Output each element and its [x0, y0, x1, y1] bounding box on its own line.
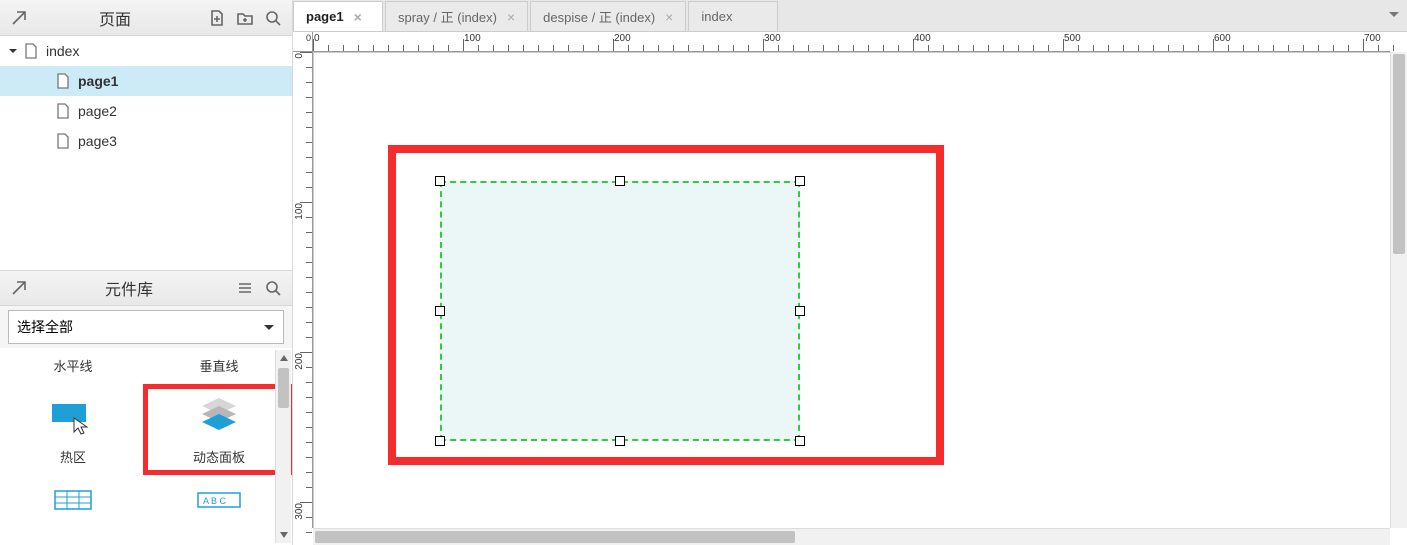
widget-repeater[interactable] — [0, 484, 146, 524]
tab-label: index — [701, 9, 732, 24]
ruler-v-label: 200 — [294, 353, 305, 370]
selection-handle[interactable] — [795, 176, 805, 186]
ruler-h-label: 500 — [1064, 33, 1081, 44]
ruler-h-label: 400 — [914, 33, 931, 44]
selection-handle[interactable] — [435, 176, 445, 186]
tab-spray[interactable]: spray / 正 (index) × — [385, 1, 528, 31]
tree-item-label: page3 — [78, 133, 117, 149]
tree-item-page1[interactable]: page1 — [0, 66, 292, 96]
library-select-label: 选择全部 — [17, 317, 73, 337]
ruler-v-label: 100 — [294, 203, 305, 220]
tab-despise[interactable]: despise / 正 (index) × — [530, 1, 686, 31]
canvas[interactable] — [313, 52, 1390, 528]
widgets-panel-header: 元件库 — [0, 270, 292, 306]
canvas-hscrollbar[interactable] — [313, 528, 1390, 545]
tab-label: page1 — [306, 9, 344, 24]
widgets-list: 水平线 垂直线 热区 — [0, 348, 292, 545]
widgets-panel-title: 元件库 — [30, 276, 228, 300]
tab-strip: page1 × spray / 正 (index) × despise / 正 … — [293, 0, 1407, 32]
widget-vertical-line[interactable]: 垂直线 — [146, 352, 292, 381]
collapse-icon[interactable] — [8, 277, 30, 299]
svg-text:A B C: A B C — [203, 496, 227, 506]
library-menu-icon[interactable] — [234, 277, 256, 299]
selection-handle[interactable] — [795, 306, 805, 316]
canvas-vscrollbar[interactable] — [1390, 52, 1407, 528]
collapse-icon[interactable] — [8, 7, 30, 29]
page-icon — [56, 103, 72, 119]
widget-hotspot[interactable]: 热区 — [0, 387, 146, 472]
search-widgets-icon[interactable] — [262, 277, 284, 299]
close-icon[interactable]: × — [665, 10, 673, 24]
ruler-h-label: 0 — [314, 33, 320, 44]
hotspot-icon — [38, 391, 108, 441]
canvas-area: 0 0 100 200 300 400 500 600 700 0 100 200 300 — [293, 32, 1407, 545]
tree-item-root[interactable]: index — [0, 36, 292, 66]
page-icon — [24, 43, 40, 59]
selection-handle[interactable] — [615, 176, 625, 186]
ruler-h-label: 200 — [614, 33, 631, 44]
ruler-horizontal[interactable]: 0 100 200 300 400 500 600 700 — [313, 32, 1390, 52]
widget-label: 动态面板 — [193, 447, 245, 466]
ruler-origin: 0 — [293, 32, 313, 52]
ruler-h-label: 300 — [764, 33, 781, 44]
scrollbar-thumb[interactable] — [1393, 54, 1405, 254]
tree-item-label: page2 — [78, 103, 117, 119]
widget-text-field[interactable]: A B C — [146, 484, 292, 524]
tab-label: spray / 正 (index) — [398, 7, 497, 26]
tab-label: despise / 正 (index) — [543, 7, 655, 26]
pages-panel-title: 页面 — [30, 6, 200, 30]
pages-tree: index page1 page2 page3 — [0, 36, 292, 270]
tab-overflow-icon[interactable] — [1383, 4, 1405, 26]
scrollbar-thumb[interactable] — [315, 531, 795, 543]
page-icon — [56, 133, 72, 149]
text-field-icon: A B C — [184, 488, 254, 512]
ruler-h-label: 600 — [1214, 33, 1231, 44]
expand-icon[interactable] — [6, 46, 20, 56]
widget-dynamic-panel[interactable]: 动态面板 — [146, 387, 292, 472]
ruler-h-label: 700 — [1364, 33, 1381, 44]
repeater-icon — [38, 488, 108, 512]
scrollbar-thumb[interactable] — [278, 368, 289, 408]
selection-handle[interactable] — [795, 436, 805, 446]
tree-item-page3[interactable]: page3 — [0, 126, 292, 156]
widget-horizontal-line[interactable]: 水平线 — [0, 352, 146, 381]
selection-handle[interactable] — [615, 436, 625, 446]
ruler-v-label: 300 — [294, 503, 305, 520]
selection-box[interactable] — [440, 181, 800, 441]
scroll-up-icon[interactable] — [276, 350, 291, 366]
scroll-down-icon[interactable] — [276, 527, 291, 543]
ruler-v-label: 0 — [294, 53, 305, 59]
close-icon[interactable]: × — [507, 10, 515, 24]
pages-panel-header: 页面 — [0, 0, 292, 36]
tree-item-label: index — [46, 43, 79, 59]
tab-index[interactable]: index — [688, 1, 778, 31]
tree-item-page2[interactable]: page2 — [0, 96, 292, 126]
widgets-scrollbar[interactable] — [275, 350, 291, 543]
ruler-h-label: 100 — [464, 33, 481, 44]
selection-handle[interactable] — [435, 436, 445, 446]
widget-label: 垂直线 — [199, 356, 238, 375]
selection-handle[interactable] — [435, 306, 445, 316]
tree-item-label: page1 — [78, 73, 118, 89]
dynamic-panel-icon — [184, 391, 254, 441]
tab-page1[interactable]: page1 × — [293, 1, 383, 31]
page-icon — [56, 73, 72, 89]
add-folder-icon[interactable] — [234, 7, 256, 29]
close-icon[interactable]: × — [354, 10, 362, 24]
search-pages-icon[interactable] — [262, 7, 284, 29]
widget-label: 水平线 — [53, 356, 92, 375]
library-select[interactable]: 选择全部 — [8, 310, 284, 344]
add-page-icon[interactable] — [206, 7, 228, 29]
widget-label: 热区 — [60, 447, 86, 466]
chevron-down-icon — [263, 319, 275, 335]
ruler-vertical[interactable]: 0 100 200 300 — [293, 52, 313, 528]
